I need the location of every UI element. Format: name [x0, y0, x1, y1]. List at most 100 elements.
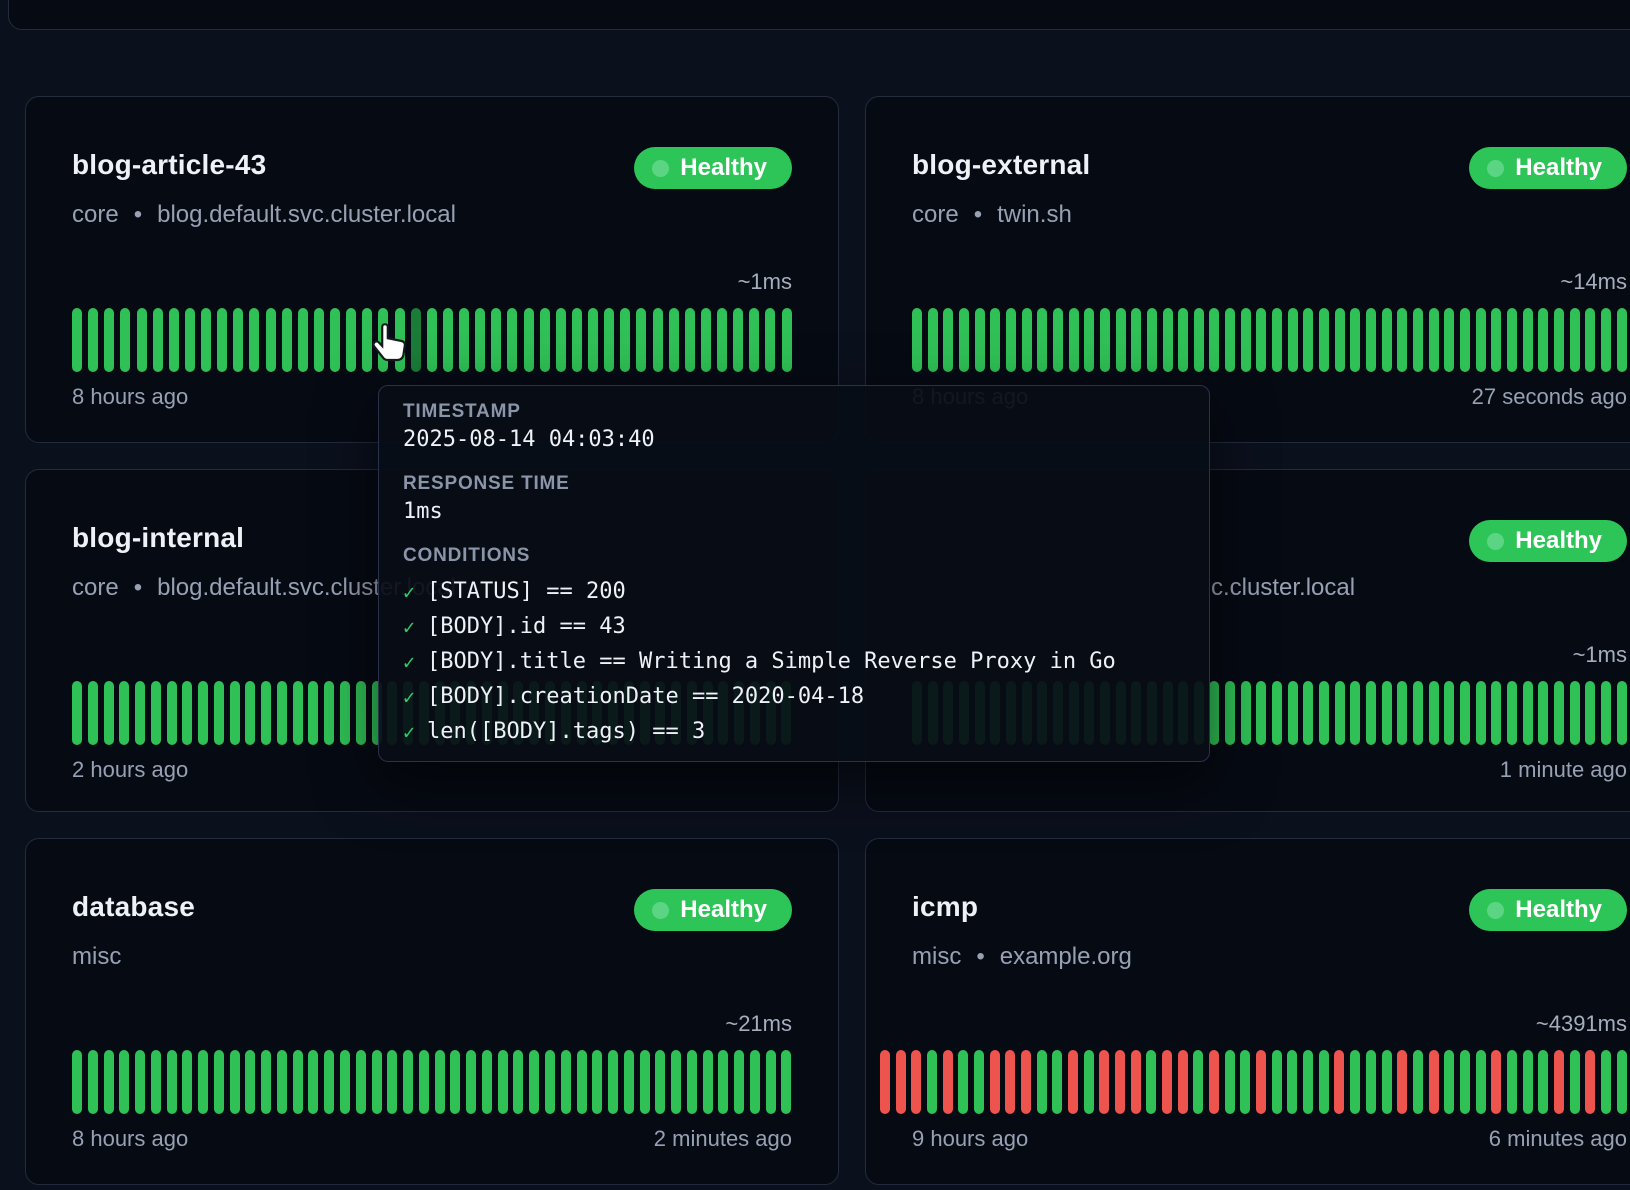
result-bar-success[interactable]: [1131, 308, 1141, 372]
result-bar-success[interactable]: [1319, 1050, 1329, 1114]
result-bar-success[interactable]: [1617, 308, 1627, 372]
result-bar-success[interactable]: [540, 308, 550, 372]
result-bar-success[interactable]: [1523, 308, 1533, 372]
result-bar-success[interactable]: [362, 308, 372, 372]
result-bar-success[interactable]: [524, 308, 534, 372]
result-bar-success[interactable]: [943, 308, 953, 372]
result-bar-success[interactable]: [1319, 681, 1329, 745]
result-bar-failure[interactable]: [896, 1050, 906, 1114]
result-bar-success[interactable]: [990, 308, 1000, 372]
result-bar-success[interactable]: [1507, 1050, 1517, 1114]
result-bar-success[interactable]: [733, 308, 743, 372]
result-bar-failure[interactable]: [1429, 1050, 1439, 1114]
result-bar-success[interactable]: [419, 1050, 429, 1114]
result-bar-success[interactable]: [703, 1050, 713, 1114]
result-bar-success[interactable]: [620, 308, 630, 372]
result-bar-success[interactable]: [119, 1050, 129, 1114]
result-bar-success[interactable]: [1272, 681, 1282, 745]
result-bar-success[interactable]: [491, 308, 501, 372]
result-bar-success[interactable]: [498, 1050, 508, 1114]
result-bar-success[interactable]: [475, 308, 485, 372]
result-bar-success[interactable]: [640, 1050, 650, 1114]
result-bar-failure[interactable]: [1397, 1050, 1407, 1114]
result-bar-success[interactable]: [1413, 1050, 1423, 1114]
result-bar-success[interactable]: [459, 308, 469, 372]
result-bar-success[interactable]: [293, 1050, 303, 1114]
result-bar-success[interactable]: [561, 1050, 571, 1114]
result-bar-success[interactable]: [1084, 1050, 1094, 1114]
result-bar-success[interactable]: [1303, 681, 1313, 745]
result-bar-failure[interactable]: [990, 1050, 1000, 1114]
result-bar-success[interactable]: [119, 681, 129, 745]
result-bar-success[interactable]: [182, 1050, 192, 1114]
result-bar-success[interactable]: [217, 308, 227, 372]
result-bar-success[interactable]: [282, 308, 292, 372]
result-bar-success[interactable]: [1272, 1050, 1282, 1114]
result-bar-success[interactable]: [766, 1050, 776, 1114]
uptime-bars[interactable]: [880, 1050, 1627, 1114]
result-bar-failure[interactable]: [1491, 1050, 1501, 1114]
result-bar-success[interactable]: [1382, 308, 1392, 372]
result-bar-success[interactable]: [314, 308, 324, 372]
result-bar-success[interactable]: [1523, 681, 1533, 745]
result-bar-success[interactable]: [927, 1050, 937, 1114]
result-bar-success[interactable]: [781, 1050, 791, 1114]
result-bar-success[interactable]: [1225, 308, 1235, 372]
result-bar-success[interactable]: [403, 1050, 413, 1114]
result-bar-success[interactable]: [356, 1050, 366, 1114]
result-bar-success[interactable]: [1601, 308, 1611, 372]
result-bar-success[interactable]: [1538, 681, 1548, 745]
result-bar-success[interactable]: [1491, 681, 1501, 745]
result-bar-success[interactable]: [346, 308, 356, 372]
result-bar-success[interactable]: [1240, 1050, 1250, 1114]
result-bar-success[interactable]: [151, 1050, 161, 1114]
result-bar-success[interactable]: [1052, 1050, 1062, 1114]
result-bar-success[interactable]: [1601, 681, 1611, 745]
result-bar-success[interactable]: [1350, 681, 1360, 745]
result-bar-success[interactable]: [1193, 1050, 1203, 1114]
result-bar-success[interactable]: [233, 308, 243, 372]
result-bar-success[interactable]: [167, 1050, 177, 1114]
result-bar-success[interactable]: [655, 1050, 665, 1114]
result-bar-failure[interactable]: [1209, 1050, 1219, 1114]
result-bar-failure[interactable]: [1554, 1050, 1564, 1114]
result-bar-success[interactable]: [104, 1050, 114, 1114]
result-bar-failure[interactable]: [1256, 1050, 1266, 1114]
result-bar-success[interactable]: [1397, 308, 1407, 372]
result-bar-success[interactable]: [1225, 1050, 1235, 1114]
result-bar-success[interactable]: [1585, 681, 1595, 745]
result-bar-success[interactable]: [718, 1050, 728, 1114]
result-bar-success[interactable]: [1366, 681, 1376, 745]
result-bar-success[interactable]: [717, 308, 727, 372]
result-bar-success[interactable]: [513, 1050, 523, 1114]
result-bar-success[interactable]: [1006, 308, 1016, 372]
result-bar-success[interactable]: [959, 308, 969, 372]
result-bar-success[interactable]: [135, 681, 145, 745]
result-bar-success[interactable]: [137, 308, 147, 372]
result-bar-success[interactable]: [765, 308, 775, 372]
result-bar-success[interactable]: [1382, 681, 1392, 745]
result-bar-success[interactable]: [671, 1050, 681, 1114]
result-bar-success[interactable]: [1554, 681, 1564, 745]
result-bar-success[interactable]: [1053, 308, 1063, 372]
result-bar-success[interactable]: [245, 1050, 255, 1114]
result-bar-success[interactable]: [1209, 681, 1219, 745]
result-bar-success[interactable]: [1366, 1050, 1376, 1114]
result-bar-success[interactable]: [1382, 1050, 1392, 1114]
result-bar-success[interactable]: [72, 1050, 82, 1114]
result-bar-success[interactable]: [685, 308, 695, 372]
result-bar-success[interactable]: [340, 1050, 350, 1114]
result-bar-failure[interactable]: [880, 1050, 890, 1114]
result-bar-success[interactable]: [1507, 308, 1517, 372]
result-bar-failure[interactable]: [1021, 1050, 1031, 1114]
result-bar-success[interactable]: [443, 308, 453, 372]
result-bar-success[interactable]: [88, 1050, 98, 1114]
result-bar-success[interactable]: [1241, 681, 1251, 745]
result-bar-failure[interactable]: [1585, 1050, 1595, 1114]
result-bar-success[interactable]: [1507, 681, 1517, 745]
result-bar-success[interactable]: [340, 681, 350, 745]
result-bar-success[interactable]: [1413, 681, 1423, 745]
result-bar-success[interactable]: [214, 681, 224, 745]
result-bar-success[interactable]: [1523, 1050, 1533, 1114]
result-bar-success[interactable]: [308, 681, 318, 745]
